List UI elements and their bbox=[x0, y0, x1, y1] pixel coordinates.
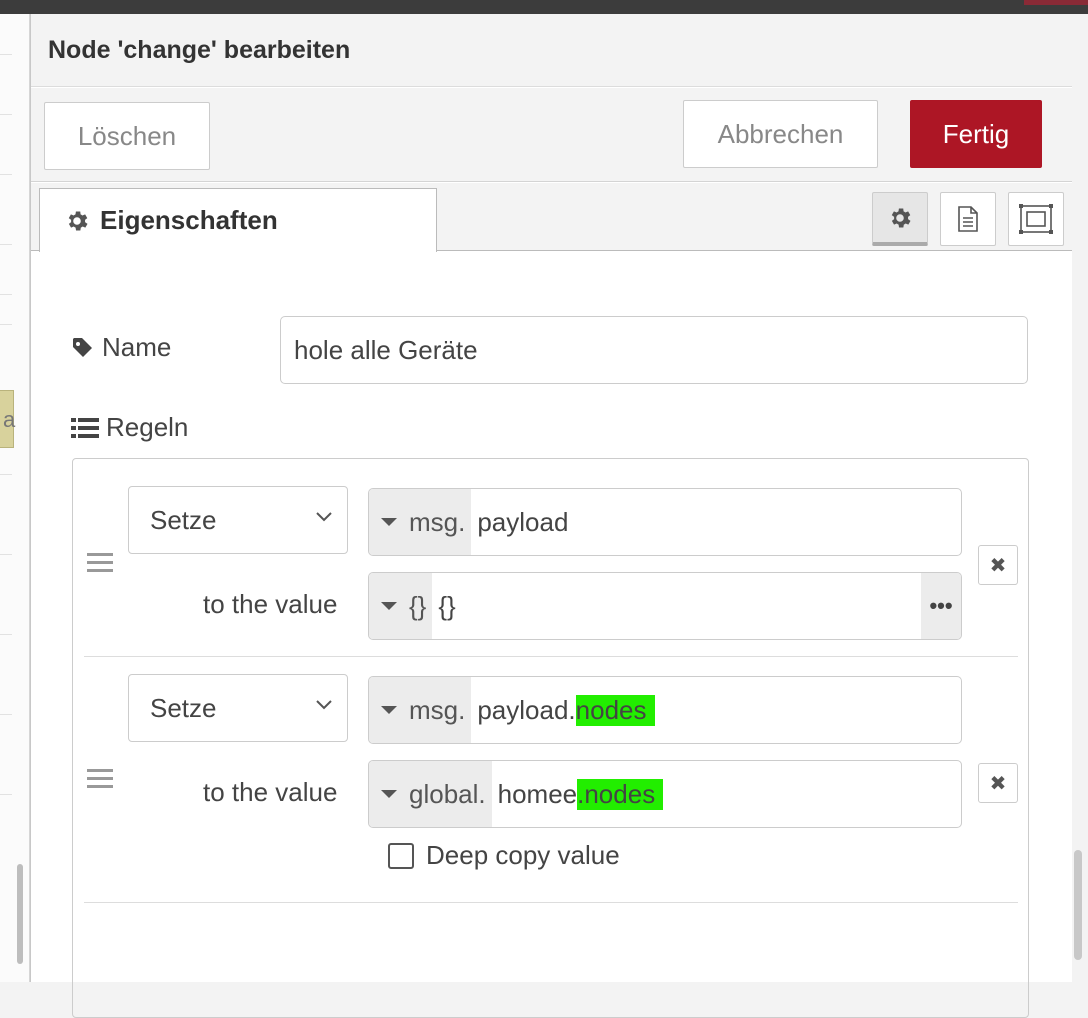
caret-down-icon bbox=[381, 602, 397, 610]
grid-line bbox=[0, 554, 12, 555]
caret-down-icon bbox=[381, 790, 397, 798]
value-text[interactable]: {} bbox=[432, 573, 921, 639]
tab-icon-appearance[interactable] bbox=[1008, 192, 1064, 246]
target-type-selector[interactable]: msg. bbox=[369, 489, 472, 555]
value-text[interactable]: homee .nodes bbox=[492, 761, 961, 827]
close-icon: ✖ bbox=[989, 554, 1007, 577]
grid-line bbox=[0, 794, 12, 795]
grid-line bbox=[0, 294, 12, 295]
top-bar-accent bbox=[1024, 0, 1088, 5]
delete-button[interactable]: Löschen bbox=[44, 102, 210, 170]
grid-line bbox=[0, 714, 12, 715]
grid-line bbox=[0, 244, 12, 245]
done-button[interactable]: Fertig bbox=[910, 100, 1042, 168]
target-type-label: msg. bbox=[409, 506, 466, 537]
cancel-button[interactable]: Abbrechen bbox=[683, 100, 878, 168]
value-type-selector[interactable]: {} bbox=[369, 573, 433, 639]
rule-value-input[interactable]: global. homee .nodes bbox=[368, 760, 962, 828]
rule-value-input[interactable]: {} {} ••• bbox=[368, 572, 962, 640]
deep-copy-label: Deep copy value bbox=[426, 840, 620, 870]
target-value-text: payload bbox=[477, 506, 569, 537]
grid-line bbox=[0, 174, 12, 175]
edit-tray: Node 'change' bearbeiten Löschen Abbrech… bbox=[30, 14, 1072, 1018]
deep-copy-checkbox[interactable] bbox=[388, 842, 414, 869]
grid-line bbox=[0, 474, 12, 475]
tray-scrollbar[interactable] bbox=[1072, 14, 1088, 982]
list-icon bbox=[71, 417, 99, 438]
gear-icon bbox=[68, 210, 88, 231]
workspace-scrollbar[interactable] bbox=[17, 864, 23, 964]
document-icon bbox=[958, 206, 978, 232]
drag-handle[interactable] bbox=[87, 553, 113, 577]
workspace-canvas[interactable]: a bbox=[0, 14, 30, 982]
rules-label: Regeln bbox=[106, 412, 189, 442]
to-the-value-label: to the value bbox=[203, 777, 338, 807]
chevron-down-icon bbox=[316, 512, 332, 522]
tray-toolbar: Löschen Abbrechen Fertig bbox=[31, 88, 1072, 182]
highlighted-text: nodes bbox=[575, 694, 655, 726]
value-type-label: {} bbox=[409, 590, 427, 621]
tab-bar: Eigenschaften bbox=[31, 183, 1072, 252]
remove-rule-button[interactable]: ✖ bbox=[978, 545, 1018, 585]
tray-title: Node 'change' bearbeiten bbox=[48, 36, 351, 64]
target-type-selector[interactable]: msg. bbox=[369, 677, 472, 743]
grid-line bbox=[0, 114, 12, 115]
rule-divider bbox=[84, 902, 1018, 903]
grid-line bbox=[0, 54, 12, 55]
caret-down-icon bbox=[381, 518, 397, 526]
deep-copy-row: Deep copy value bbox=[388, 840, 620, 871]
rules-list: Setze msg. payload to the value {} {} ••… bbox=[72, 458, 1029, 1018]
chevron-down-icon bbox=[316, 700, 332, 710]
gear-icon bbox=[891, 207, 911, 228]
rule-target-input[interactable]: msg. payload. nodes bbox=[368, 676, 962, 744]
layout-icon bbox=[1019, 204, 1053, 234]
highlighted-text: .nodes bbox=[577, 778, 664, 810]
name-label-row: Name bbox=[71, 332, 171, 363]
target-type-label: msg. bbox=[409, 694, 466, 725]
name-input[interactable]: hole alle Geräte bbox=[280, 316, 1028, 384]
rule-target-input[interactable]: msg. payload bbox=[368, 488, 962, 556]
rule-action-label: Setze bbox=[150, 504, 217, 535]
value-type-label: global. bbox=[409, 778, 486, 809]
tab-icon-description[interactable] bbox=[940, 192, 996, 246]
rule-divider bbox=[84, 656, 1018, 657]
value-text-main: homee bbox=[497, 778, 578, 809]
target-value-text: payload. bbox=[477, 694, 576, 725]
rules-label-row: Regeln bbox=[71, 412, 188, 443]
drag-handle[interactable] bbox=[87, 769, 113, 793]
tray-header: Node 'change' bearbeiten bbox=[31, 14, 1072, 87]
target-value[interactable]: payload. nodes bbox=[471, 677, 961, 743]
name-label: Name bbox=[102, 332, 172, 362]
tag-icon bbox=[73, 337, 92, 357]
target-value[interactable]: payload bbox=[471, 489, 961, 555]
properties-panel: Name hole alle Geräte Regeln Setze msg. … bbox=[31, 252, 1072, 1018]
close-icon: ✖ bbox=[989, 772, 1007, 795]
workspace-node[interactable]: a bbox=[0, 390, 16, 448]
scrollbar-thumb[interactable] bbox=[1074, 850, 1082, 960]
workspace-node-label: a bbox=[3, 407, 16, 432]
rule-action-label: Setze bbox=[150, 692, 217, 723]
value-type-selector[interactable]: global. bbox=[369, 761, 492, 827]
rule-action-select[interactable]: Setze bbox=[128, 486, 348, 554]
grid-line bbox=[0, 324, 12, 325]
top-bar bbox=[0, 0, 1088, 14]
grid-line bbox=[0, 634, 12, 635]
expand-editor-button[interactable]: ••• bbox=[921, 573, 961, 639]
caret-down-icon bbox=[381, 706, 397, 714]
tab-properties[interactable]: Eigenschaften bbox=[39, 188, 437, 252]
remove-rule-button[interactable]: ✖ bbox=[978, 763, 1018, 803]
tab-icon-properties[interactable] bbox=[872, 192, 928, 246]
to-the-value-label: to the value bbox=[203, 589, 338, 619]
tab-properties-label: Eigenschaften bbox=[100, 205, 278, 235]
rule-action-select[interactable]: Setze bbox=[128, 674, 348, 742]
